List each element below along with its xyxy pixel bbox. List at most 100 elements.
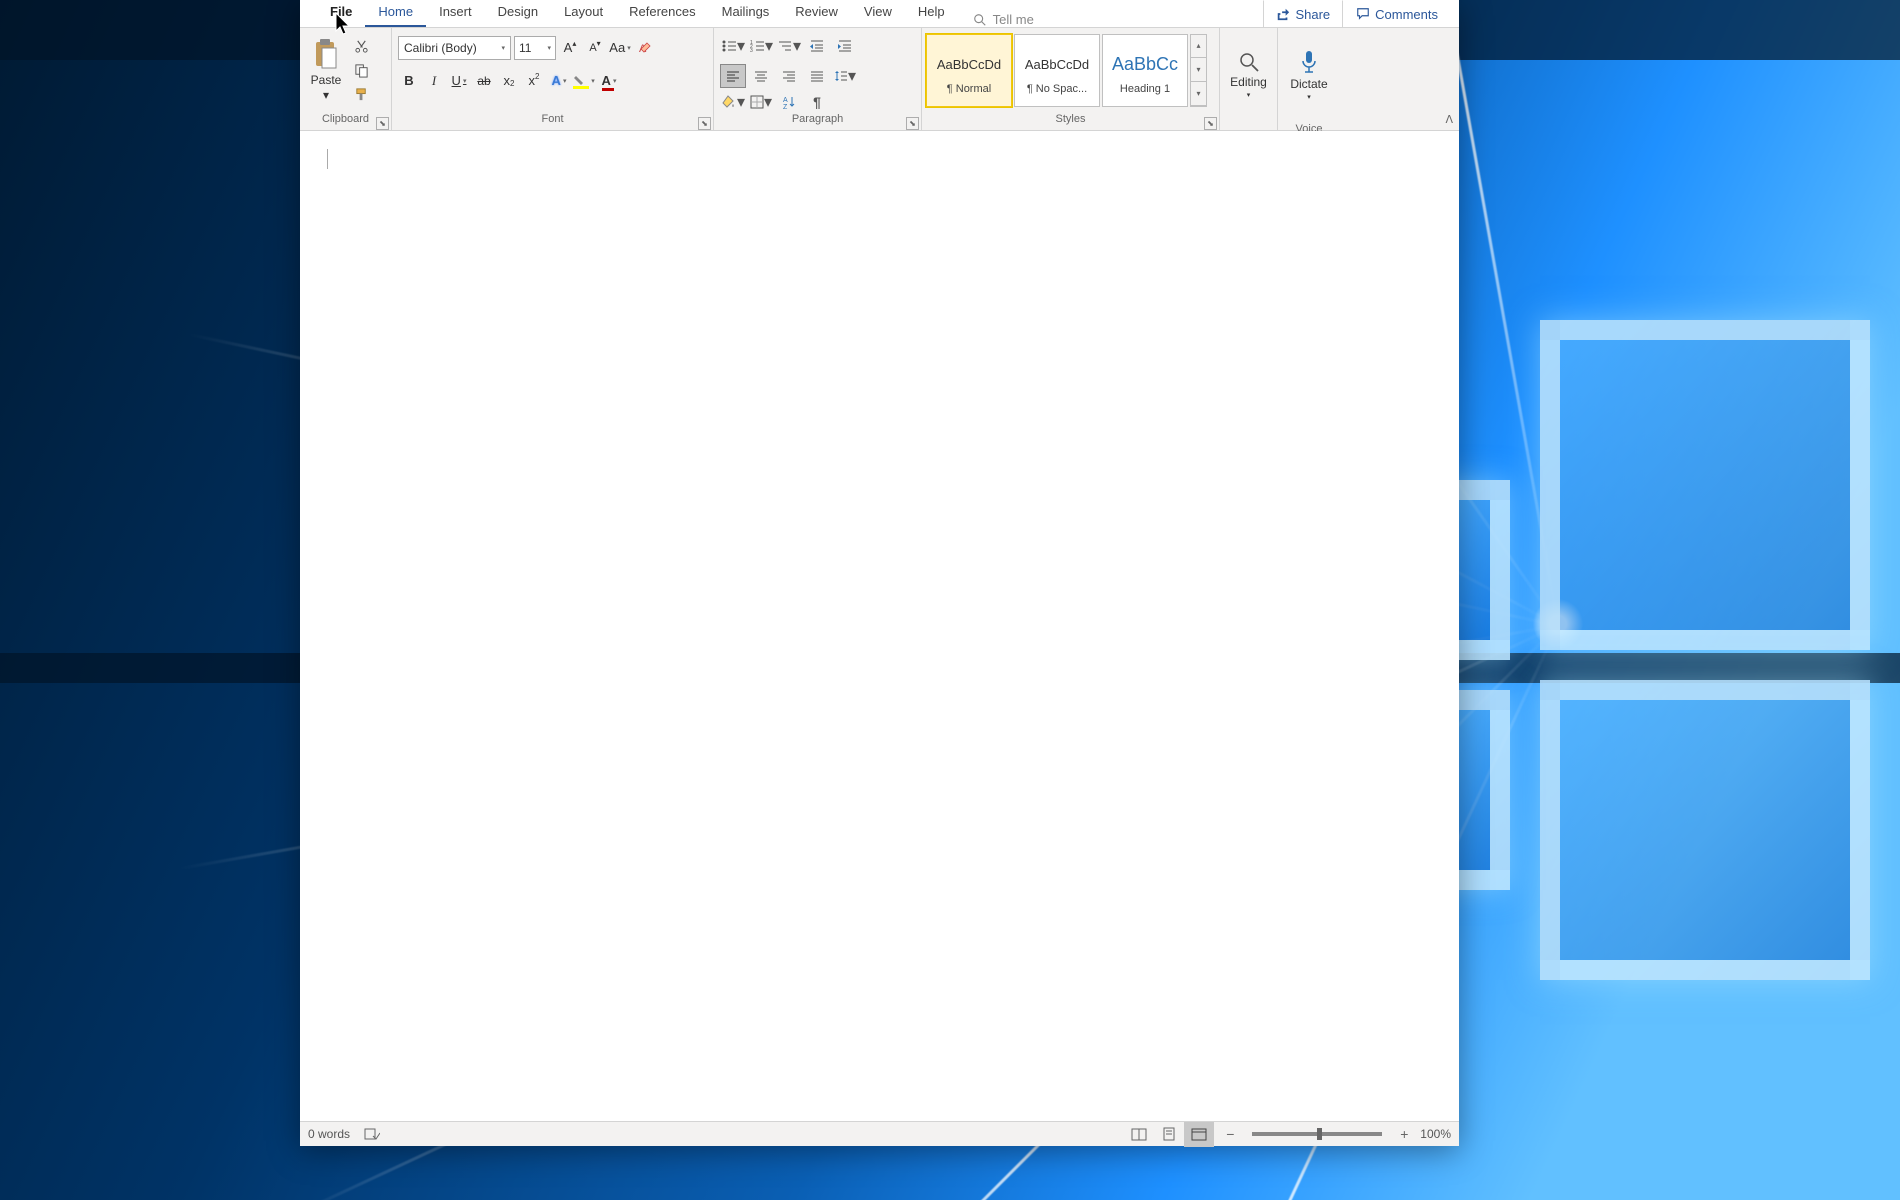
- chevron-down-icon: ▾: [547, 44, 551, 52]
- comment-icon: [1356, 7, 1370, 21]
- italic-button[interactable]: I: [423, 69, 445, 93]
- increase-indent-button[interactable]: [832, 34, 858, 58]
- grow-font-button[interactable]: A▴: [559, 36, 581, 60]
- copy-button[interactable]: [351, 60, 371, 80]
- text-effects-button[interactable]: A▾: [548, 69, 570, 93]
- style-heading-1[interactable]: AaBbCcHeading 1: [1102, 34, 1188, 107]
- find-icon: [1238, 51, 1260, 73]
- indent-icon: [837, 39, 853, 53]
- styles-launcher[interactable]: ⬊: [1204, 117, 1217, 130]
- paragraph-launcher[interactable]: ⬊: [906, 117, 919, 130]
- superscript-button[interactable]: x2: [523, 69, 545, 93]
- chevron-down-icon: ▾: [1307, 93, 1311, 101]
- editing-button[interactable]: Editing ▾: [1225, 31, 1272, 119]
- editing-label: Editing: [1230, 75, 1267, 89]
- style---normal[interactable]: AaBbCcDd¶ Normal: [926, 34, 1012, 107]
- font-name-select[interactable]: Calibri (Body)▾: [398, 36, 511, 60]
- share-icon: [1276, 7, 1290, 21]
- styles-scroll: ▴ ▾ ▾: [1190, 34, 1207, 107]
- comments-button[interactable]: Comments: [1343, 0, 1451, 28]
- change-case-button[interactable]: Aa▾: [609, 36, 631, 60]
- style-preview: AaBbCcDd: [1025, 45, 1089, 83]
- tab-file[interactable]: File: [317, 0, 365, 27]
- show-hide-button[interactable]: ¶: [804, 90, 830, 114]
- bullets-icon: [721, 39, 737, 53]
- word-count[interactable]: 0 words: [308, 1127, 350, 1141]
- format-painter-button[interactable]: [351, 84, 371, 104]
- format-painter-icon: [354, 87, 369, 102]
- bold-button[interactable]: B: [398, 69, 420, 93]
- borders-button[interactable]: ▾: [748, 90, 774, 114]
- zoom-slider[interactable]: [1252, 1132, 1382, 1136]
- align-center-button[interactable]: [748, 64, 774, 88]
- document-area[interactable]: [300, 131, 1459, 1121]
- tell-me-label: Tell me: [993, 12, 1034, 27]
- style-name: Heading 1: [1120, 83, 1170, 95]
- tab-design[interactable]: Design: [485, 0, 551, 27]
- strikethrough-button[interactable]: ab: [473, 69, 495, 93]
- font-color-button[interactable]: A▾: [598, 69, 620, 93]
- share-button[interactable]: Share: [1263, 0, 1343, 28]
- font-launcher[interactable]: ⬊: [698, 117, 711, 130]
- tab-home[interactable]: Home: [365, 0, 426, 27]
- shading-button[interactable]: ▾: [720, 90, 746, 114]
- spelling-status-icon[interactable]: [364, 1127, 380, 1141]
- multilevel-icon: [777, 39, 793, 53]
- web-layout-button[interactable]: [1184, 1122, 1214, 1147]
- font-size-select[interactable]: 11▾: [514, 36, 556, 60]
- highlight-button[interactable]: ▾: [573, 69, 595, 93]
- word-window: File Home Insert Design Layout Reference…: [300, 0, 1459, 1146]
- svg-text:Z: Z: [783, 104, 788, 109]
- zoom-in-button[interactable]: +: [1396, 1126, 1412, 1142]
- font-group-label: Font: [541, 113, 563, 125]
- print-layout-button[interactable]: [1154, 1122, 1184, 1147]
- line-spacing-button[interactable]: ▾: [832, 64, 858, 88]
- styles-up-button[interactable]: ▴: [1191, 35, 1206, 59]
- styles-more-button[interactable]: ▾: [1191, 82, 1206, 106]
- ribbon: Paste ▾ Clipboard⬊ Calibri (Body)▾ 11▾ A…: [300, 28, 1459, 131]
- tab-layout[interactable]: Layout: [551, 0, 616, 27]
- zoom-out-button[interactable]: −: [1222, 1126, 1238, 1142]
- clear-formatting-button[interactable]: A: [634, 36, 656, 60]
- sort-button[interactable]: AZ: [776, 90, 802, 114]
- highlight-icon: [573, 73, 589, 89]
- align-left-icon: [726, 70, 740, 82]
- styles-down-button[interactable]: ▾: [1191, 58, 1206, 82]
- tab-view[interactable]: View: [851, 0, 905, 27]
- line-spacing-icon: [834, 69, 848, 83]
- search-icon: [973, 13, 987, 27]
- cut-button[interactable]: [351, 36, 371, 56]
- underline-button[interactable]: U▾: [448, 69, 470, 93]
- svg-text:A: A: [783, 97, 788, 104]
- zoom-level[interactable]: 100%: [1420, 1127, 1451, 1141]
- paste-label: Paste: [311, 73, 342, 87]
- paragraph-group-label: Paragraph: [792, 113, 843, 125]
- tab-insert[interactable]: Insert: [426, 0, 485, 27]
- justify-button[interactable]: [804, 64, 830, 88]
- tab-review[interactable]: Review: [782, 0, 851, 27]
- tab-mailings[interactable]: Mailings: [709, 0, 783, 27]
- print-layout-icon: [1162, 1127, 1176, 1141]
- numbering-button[interactable]: 123▾: [748, 34, 774, 58]
- read-mode-button[interactable]: [1124, 1122, 1154, 1147]
- bullets-button[interactable]: ▾: [720, 34, 746, 58]
- paste-button[interactable]: Paste ▾: [305, 38, 347, 102]
- shrink-font-button[interactable]: A▾: [584, 36, 606, 60]
- subscript-button[interactable]: x2: [498, 69, 520, 93]
- cut-icon: [354, 39, 369, 54]
- view-buttons: [1124, 1122, 1214, 1147]
- align-left-button[interactable]: [720, 64, 746, 88]
- collapse-ribbon-button[interactable]: ᐱ: [1445, 113, 1453, 126]
- align-right-button[interactable]: [776, 64, 802, 88]
- tab-references[interactable]: References: [616, 0, 708, 27]
- style---no-spac---[interactable]: AaBbCcDd¶ No Spac...: [1014, 34, 1100, 107]
- tab-help[interactable]: Help: [905, 0, 958, 27]
- dictate-button[interactable]: Dictate ▾: [1283, 31, 1335, 119]
- zoom-thumb[interactable]: [1317, 1128, 1322, 1140]
- tell-me-search[interactable]: Tell me: [973, 12, 1034, 27]
- clipboard-launcher[interactable]: ⬊: [376, 117, 389, 130]
- style-name: ¶ No Spac...: [1027, 83, 1087, 95]
- multilevel-list-button[interactable]: ▾: [776, 34, 802, 58]
- decrease-indent-button[interactable]: [804, 34, 830, 58]
- style-name: ¶ Normal: [947, 83, 991, 95]
